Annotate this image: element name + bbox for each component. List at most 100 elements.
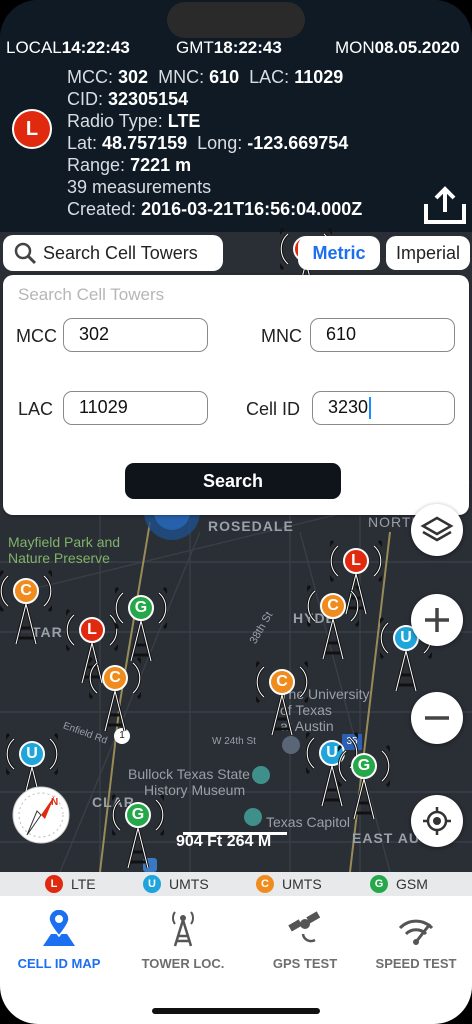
compass[interactable]: N bbox=[11, 785, 71, 845]
lac-field-label: LAC bbox=[18, 399, 54, 419]
layers-button[interactable] bbox=[411, 504, 463, 556]
tab-label: CELL ID MAP bbox=[17, 956, 101, 971]
tower-type-badge: C bbox=[102, 665, 128, 691]
imperial-button[interactable]: Imperial bbox=[386, 236, 470, 270]
tab-tower-location[interactable]: TOWER LOC. bbox=[124, 910, 242, 980]
tab-speed-test[interactable]: SPEED TEST bbox=[357, 910, 472, 980]
radio-type-label: Radio Type: bbox=[67, 111, 163, 131]
speedometer-icon bbox=[398, 919, 434, 945]
lac-input[interactable]: 11029 bbox=[63, 391, 208, 425]
cell-details: MCC: 302 MNC: 610 LAC: 11029 CID: 323051… bbox=[67, 66, 362, 220]
tower-marker[interactable]: G bbox=[112, 792, 164, 870]
range-value: 7221 m bbox=[130, 155, 192, 175]
search-pill-label: Search Cell Towers bbox=[43, 242, 198, 263]
map-label-east-austin: EAST AU bbox=[352, 830, 420, 846]
radio-type-badge: L bbox=[12, 109, 52, 149]
tab-cell-id-map[interactable]: CELL ID MAP bbox=[0, 910, 118, 980]
legend-badge: U bbox=[143, 875, 161, 893]
tower-marker[interactable]: G bbox=[115, 585, 167, 663]
mnc-input[interactable]: 610 bbox=[310, 318, 455, 352]
tower-type-badge: G bbox=[125, 802, 151, 828]
share-button[interactable] bbox=[422, 186, 468, 226]
legend-label: UMTS bbox=[169, 876, 209, 892]
plus-icon bbox=[425, 608, 449, 632]
search-icon bbox=[14, 242, 37, 265]
long-label: Long: bbox=[197, 133, 243, 153]
device-notch bbox=[167, 2, 305, 38]
legend-item-lte: L LTE bbox=[45, 875, 96, 893]
locate-icon bbox=[423, 807, 451, 835]
map-label-24th: W 24th St bbox=[212, 736, 256, 747]
tower-type-badge: G bbox=[128, 595, 154, 621]
metric-button[interactable]: Metric bbox=[298, 236, 380, 270]
cell-id-value: 3230 bbox=[328, 397, 369, 417]
tower-marker[interactable]: C bbox=[256, 659, 308, 737]
search-cell-towers-button[interactable]: Search Cell Towers bbox=[3, 235, 223, 271]
tower-type-badge: G bbox=[351, 753, 377, 779]
legend-label: LTE bbox=[71, 876, 96, 892]
mnc-value: 610 bbox=[209, 67, 240, 87]
range-label: Range: bbox=[67, 155, 126, 175]
legend-badge: C bbox=[256, 875, 274, 893]
legend-item-gsm: G GSM bbox=[370, 875, 428, 893]
satellite-icon bbox=[288, 911, 321, 943]
home-indicator bbox=[152, 1008, 320, 1014]
lac-label: LAC: bbox=[249, 67, 290, 87]
date-display: MON08.05.2020 bbox=[335, 38, 460, 57]
map-pin-icon bbox=[43, 910, 75, 946]
map-pin-university bbox=[282, 736, 300, 754]
legend-badge: L bbox=[45, 875, 63, 893]
legend-label: GSM bbox=[396, 876, 428, 892]
mcc-value: 302 bbox=[118, 67, 149, 87]
measurements-count: 39 measurements bbox=[67, 177, 212, 197]
share-icon bbox=[424, 186, 466, 224]
tower-marker[interactable]: G bbox=[338, 743, 390, 821]
layers-icon bbox=[420, 516, 454, 542]
cid-label: CID: bbox=[67, 89, 103, 109]
local-time: LOCAL14:22:43 bbox=[6, 38, 130, 57]
mnc-label: MNC: bbox=[158, 67, 205, 87]
search-panel-title: Search Cell Towers bbox=[18, 285, 165, 304]
tab-label: SPEED TEST bbox=[375, 956, 457, 971]
tower-type-badge: L bbox=[343, 548, 369, 574]
map-pin-museum bbox=[252, 766, 270, 784]
text-caret bbox=[369, 397, 372, 420]
tower-type-badge: L bbox=[79, 617, 105, 643]
my-location-button[interactable] bbox=[411, 795, 463, 847]
map-label-mayfield: Mayfield Park and bbox=[8, 534, 121, 550]
time-bar: LOCAL14:22:43 GMT18:22:43 MON08.05.2020 bbox=[0, 38, 472, 62]
tower-icon bbox=[172, 911, 194, 947]
tower-marker[interactable]: C bbox=[307, 583, 359, 661]
tower-marker[interactable]: C bbox=[89, 655, 141, 733]
lat-value: 48.757159 bbox=[102, 133, 188, 153]
zoom-out-button[interactable] bbox=[411, 692, 463, 744]
cell-info-header: LOCAL14:22:43 GMT18:22:43 MON08.05.2020 … bbox=[0, 0, 472, 232]
bottom-tab-bar: CELL ID MAP TOWER LOC. GPS TEST SPEED TE… bbox=[0, 896, 472, 1024]
tower-type-legend: L LTE U UMTS C UMTS G GSM bbox=[0, 872, 472, 896]
map-label-rosedale: ROSEDALE bbox=[208, 518, 294, 534]
tab-gps-test[interactable]: GPS TEST bbox=[246, 910, 364, 980]
search-button[interactable]: Search bbox=[125, 463, 341, 499]
cid-value: 32305154 bbox=[108, 89, 189, 109]
tower-type-badge: U bbox=[19, 741, 45, 767]
app-screen: LOCAL14:22:43 GMT18:22:43 MON08.05.2020 … bbox=[0, 0, 472, 1024]
cell-id-input[interactable]: 3230 bbox=[312, 391, 455, 425]
lac-value: 11029 bbox=[294, 67, 344, 87]
tower-type-badge: C bbox=[269, 669, 295, 695]
legend-badge: G bbox=[370, 875, 388, 893]
search-panel: Search Cell Towers MCC 302 MNC 610 LAC 1… bbox=[3, 275, 469, 515]
tower-marker[interactable]: C bbox=[0, 568, 52, 646]
tab-label: TOWER LOC. bbox=[141, 956, 225, 971]
tab-label: GPS TEST bbox=[272, 956, 338, 971]
created-value: 2016-03-21T16:56:04.000Z bbox=[141, 199, 363, 219]
created-label: Created: bbox=[67, 199, 137, 219]
legend-label: UMTS bbox=[282, 876, 322, 892]
zoom-in-button[interactable] bbox=[411, 594, 463, 646]
compass-icon: N bbox=[12, 786, 70, 844]
mcc-field-label: MCC bbox=[16, 326, 57, 346]
mcc-label: MCC: bbox=[67, 67, 113, 87]
map-scale: 904 Ft 264 M bbox=[176, 833, 272, 850]
mcc-input[interactable]: 302 bbox=[63, 318, 208, 352]
legend-item-umts-c: C UMTS bbox=[256, 875, 322, 893]
mnc-field-label: MNC bbox=[261, 326, 302, 346]
